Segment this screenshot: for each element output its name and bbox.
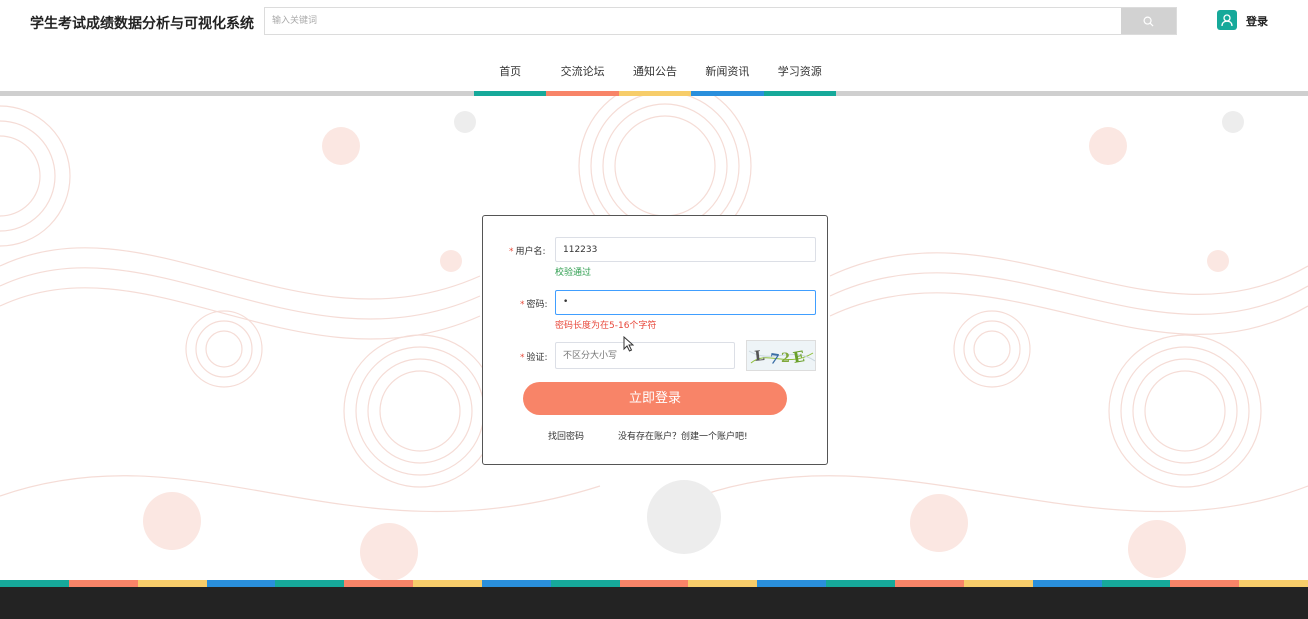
nav-item-forum[interactable]: 交流论坛 — [546, 63, 618, 81]
app-title: 学生考试成绩数据分析与可视化系统 — [30, 16, 254, 32]
username-field[interactable] — [555, 237, 816, 262]
nav-item-news[interactable]: 新闻资讯 — [691, 63, 763, 81]
captcha-field[interactable] — [555, 342, 735, 369]
svg-text:2: 2 — [781, 351, 790, 366]
mouse-cursor-icon — [623, 336, 634, 352]
password-error-message: 密码长度为在5-16个字符 — [555, 321, 657, 331]
captcha-label: * 验证: — [520, 353, 548, 363]
nav-item-announcements[interactable]: 通知公告 — [619, 63, 691, 81]
main-nav: 首页 交流论坛 通知公告 新闻资讯 学习资源 — [474, 63, 836, 81]
search-bar — [264, 7, 1177, 35]
footer-color-strip — [0, 580, 1308, 587]
search-button[interactable] — [1121, 8, 1176, 34]
login-link[interactable]: 登录 — [1246, 13, 1268, 29]
search-input[interactable] — [265, 8, 1122, 34]
svg-text:E: E — [792, 347, 806, 367]
register-link[interactable]: 没有存在账户？创建一个账户吧! — [618, 429, 748, 442]
nav-item-home[interactable]: 首页 — [474, 63, 546, 81]
top-header: 学生考试成绩数据分析与可视化系统 登录 — [0, 0, 1308, 42]
captcha-image[interactable]: L 7 2 E — [746, 340, 816, 371]
user-icon[interactable] — [1217, 10, 1237, 30]
password-field[interactable]: • — [555, 290, 816, 315]
svg-text:7: 7 — [768, 351, 780, 368]
forgot-password-link[interactable]: 找回密码 — [548, 429, 584, 442]
search-icon — [1143, 16, 1154, 27]
login-form: *用户名: 校验通过 *密码: • 密码长度为在5-16个字符 *验证: L 7… — [482, 215, 828, 465]
username-validation-message: 校验通过 — [555, 268, 592, 278]
footer — [0, 587, 1308, 619]
nav-item-resources[interactable]: 学习资源 — [764, 63, 836, 81]
svg-text:L: L — [754, 348, 766, 365]
login-button[interactable]: 立即登录 — [523, 382, 787, 415]
username-label: * 用户名: — [509, 247, 546, 257]
password-label: * 密码: — [520, 300, 548, 310]
